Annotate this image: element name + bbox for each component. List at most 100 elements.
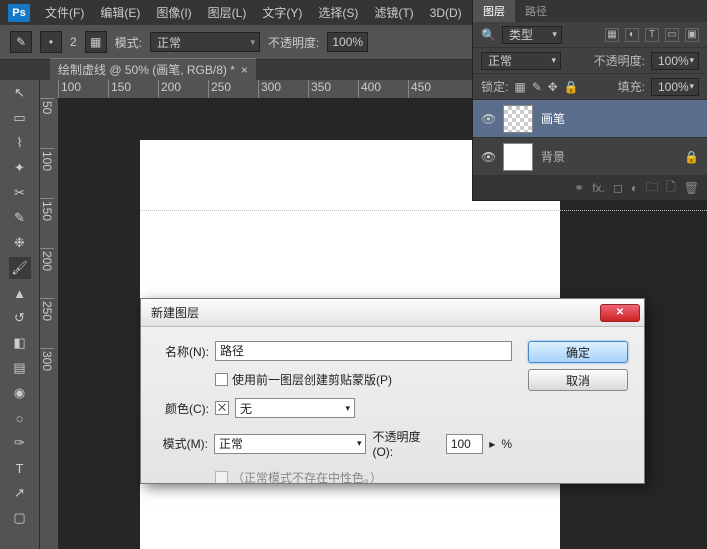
layer-item[interactable]: 👁 画笔 [473, 100, 707, 138]
menu-filter[interactable]: 滤镜(T) [369, 1, 418, 24]
blend-select[interactable]: 正常 [481, 52, 561, 70]
new-layer-icon[interactable]: 🗋 [666, 178, 676, 199]
color-none-icon: ⨉ [215, 401, 229, 415]
neutral-label: （正常模式不存在中性色。） [232, 469, 382, 486]
dialog-form: 名称(N): 路径 使用前一图层创建剪贴蒙版(P) 颜色(C): ⨉ 无 模式(… [157, 341, 512, 486]
mode-label: 模式: [115, 34, 142, 51]
filter-smart-icon[interactable]: ▣ [685, 28, 699, 42]
mode-select[interactable]: 正常 [150, 32, 260, 52]
menu-image[interactable]: 图像(I) [151, 1, 196, 24]
trash-icon[interactable]: 🗑 [684, 181, 699, 195]
marquee-tool[interactable]: ▭ [9, 107, 31, 129]
brush-preset-icon[interactable]: ✎ [10, 31, 32, 53]
guide-line [140, 210, 707, 211]
lasso-tool[interactable]: ⌇ [9, 132, 31, 154]
menu-type[interactable]: 文字(Y) [257, 1, 307, 24]
opacity-value[interactable]: 100% [327, 32, 368, 52]
layer-thumbnail[interactable] [503, 105, 533, 133]
lock-all-icon[interactable]: 🔒 [564, 80, 579, 94]
heal-tool[interactable]: ❉ [9, 232, 31, 254]
tab-close-icon[interactable]: × [241, 63, 248, 77]
menu-select[interactable]: 选择(S) [313, 1, 363, 24]
filter-shape-icon[interactable]: ▭ [665, 28, 679, 42]
opacity-arrow-icon[interactable]: ▸ [489, 437, 495, 451]
layer-thumbnail[interactable] [503, 143, 533, 171]
ruler-vertical: 50 100 150 200 250 300 [40, 98, 58, 549]
clip-checkbox[interactable] [215, 373, 228, 386]
ps-logo-icon: Ps [8, 4, 30, 22]
visibility-icon[interactable]: 👁 [481, 112, 495, 126]
dialog-buttons: 确定 取消 [528, 341, 628, 486]
document-title: 绘制虚线 @ 50% (画笔, RGB/8) * [58, 61, 235, 78]
name-input[interactable]: 路径 [215, 341, 512, 361]
dialog-title: 新建图层 [151, 304, 199, 321]
pen-tool[interactable]: ✑ [9, 432, 31, 454]
eraser-tool[interactable]: ◧ [9, 332, 31, 354]
layer-list: 👁 画笔 👁 背景 🔒 [473, 100, 707, 176]
layer-item[interactable]: 👁 背景 🔒 [473, 138, 707, 176]
fx-icon[interactable]: fx. [592, 181, 605, 195]
magnify-icon: 🔍 [481, 28, 496, 42]
menu-layer[interactable]: 图层(L) [203, 1, 252, 24]
mode-label: 模式(M): [157, 435, 208, 452]
mask-icon[interactable]: ◻ [613, 181, 623, 195]
filter-icons: ▦ ◐ T ▭ ▣ [605, 28, 699, 42]
cancel-button[interactable]: 取消 [528, 369, 628, 391]
filter-type-icon[interactable]: T [645, 28, 659, 42]
dialog-close-button[interactable]: ✕ [600, 304, 640, 322]
shape-tool[interactable]: ▢ [9, 507, 31, 529]
menu-3d[interactable]: 3D(D) [425, 3, 467, 23]
visibility-icon[interactable]: 👁 [481, 150, 495, 164]
kind-select[interactable]: 类型 [502, 26, 562, 44]
filter-adjust-icon[interactable]: ◐ [625, 28, 639, 42]
group-icon[interactable]: 🗀 [646, 178, 658, 199]
clip-label: 使用前一图层创建剪贴蒙版(P) [232, 371, 392, 388]
new-layer-dialog: 新建图层 ✕ 名称(N): 路径 使用前一图层创建剪贴蒙版(P) 颜色(C): … [140, 298, 645, 484]
stamp-tool[interactable]: ▲ [9, 282, 31, 304]
panel-opacity-value[interactable]: 100% [651, 52, 699, 70]
eyedropper-tool[interactable]: ✎ [9, 207, 31, 229]
gradient-tool[interactable]: ▤ [9, 357, 31, 379]
dialog-titlebar[interactable]: 新建图层 ✕ [141, 299, 644, 327]
crop-tool[interactable]: ✂ [9, 182, 31, 204]
wand-tool[interactable]: ✦ [9, 157, 31, 179]
tab-paths[interactable]: 路径 [515, 0, 557, 22]
color-select[interactable]: 无 [235, 398, 355, 418]
lock-icon: 🔒 [684, 150, 699, 164]
blur-tool[interactable]: ◉ [9, 382, 31, 404]
lock-move-icon[interactable]: ✥ [548, 80, 558, 94]
menu-edit[interactable]: 编辑(E) [95, 1, 145, 24]
lock-paint-icon[interactable]: ✎ [532, 80, 542, 94]
panel-opacity-label: 不透明度: [594, 52, 645, 69]
lock-trans-icon[interactable]: ▦ [514, 80, 525, 94]
path-tool[interactable]: ↗ [9, 482, 31, 504]
dodge-tool[interactable]: ○ [9, 407, 31, 429]
brush-size-preview[interactable]: • [40, 31, 62, 53]
fill-label: 填充: [618, 78, 645, 95]
neutral-checkbox [215, 471, 228, 484]
brush-tool[interactable]: 🖌 [9, 257, 31, 279]
color-label: 颜色(C): [157, 400, 209, 417]
ok-button[interactable]: 确定 [528, 341, 628, 363]
brush-panel-icon[interactable]: ▦ [85, 31, 107, 53]
layer-name: 背景 [541, 148, 565, 165]
lock-row: 锁定: ▦ ✎ ✥ 🔒 填充: 100% [473, 74, 707, 100]
move-tool[interactable]: ↖ [9, 82, 31, 104]
history-brush-tool[interactable]: ↺ [9, 307, 31, 329]
tab-layers[interactable]: 图层 [473, 0, 515, 22]
dialog-body: 名称(N): 路径 使用前一图层创建剪贴蒙版(P) 颜色(C): ⨉ 无 模式(… [141, 327, 644, 500]
layers-panel: 图层 路径 🔍 类型 ▦ ◐ T ▭ ▣ 正常 不透明度: 100% 锁定: ▦… [472, 0, 707, 201]
mode-select[interactable]: 正常 [214, 434, 366, 454]
menu-file[interactable]: 文件(F) [40, 1, 89, 24]
brush-size-value: 2 [70, 35, 77, 49]
fill-value[interactable]: 100% [651, 78, 699, 96]
type-tool[interactable]: T [9, 457, 31, 479]
blend-row: 正常 不透明度: 100% [473, 48, 707, 74]
ruler-corner [40, 80, 58, 98]
filter-pixel-icon[interactable]: ▦ [605, 28, 619, 42]
adjust-icon[interactable]: ◐ [631, 181, 638, 195]
opacity-input[interactable]: 100 [446, 434, 483, 454]
link-icon[interactable]: ⚭ [574, 181, 584, 195]
document-tab[interactable]: 绘制虚线 @ 50% (画笔, RGB/8) * × [50, 58, 256, 80]
panel-tabs: 图层 路径 [473, 0, 707, 22]
